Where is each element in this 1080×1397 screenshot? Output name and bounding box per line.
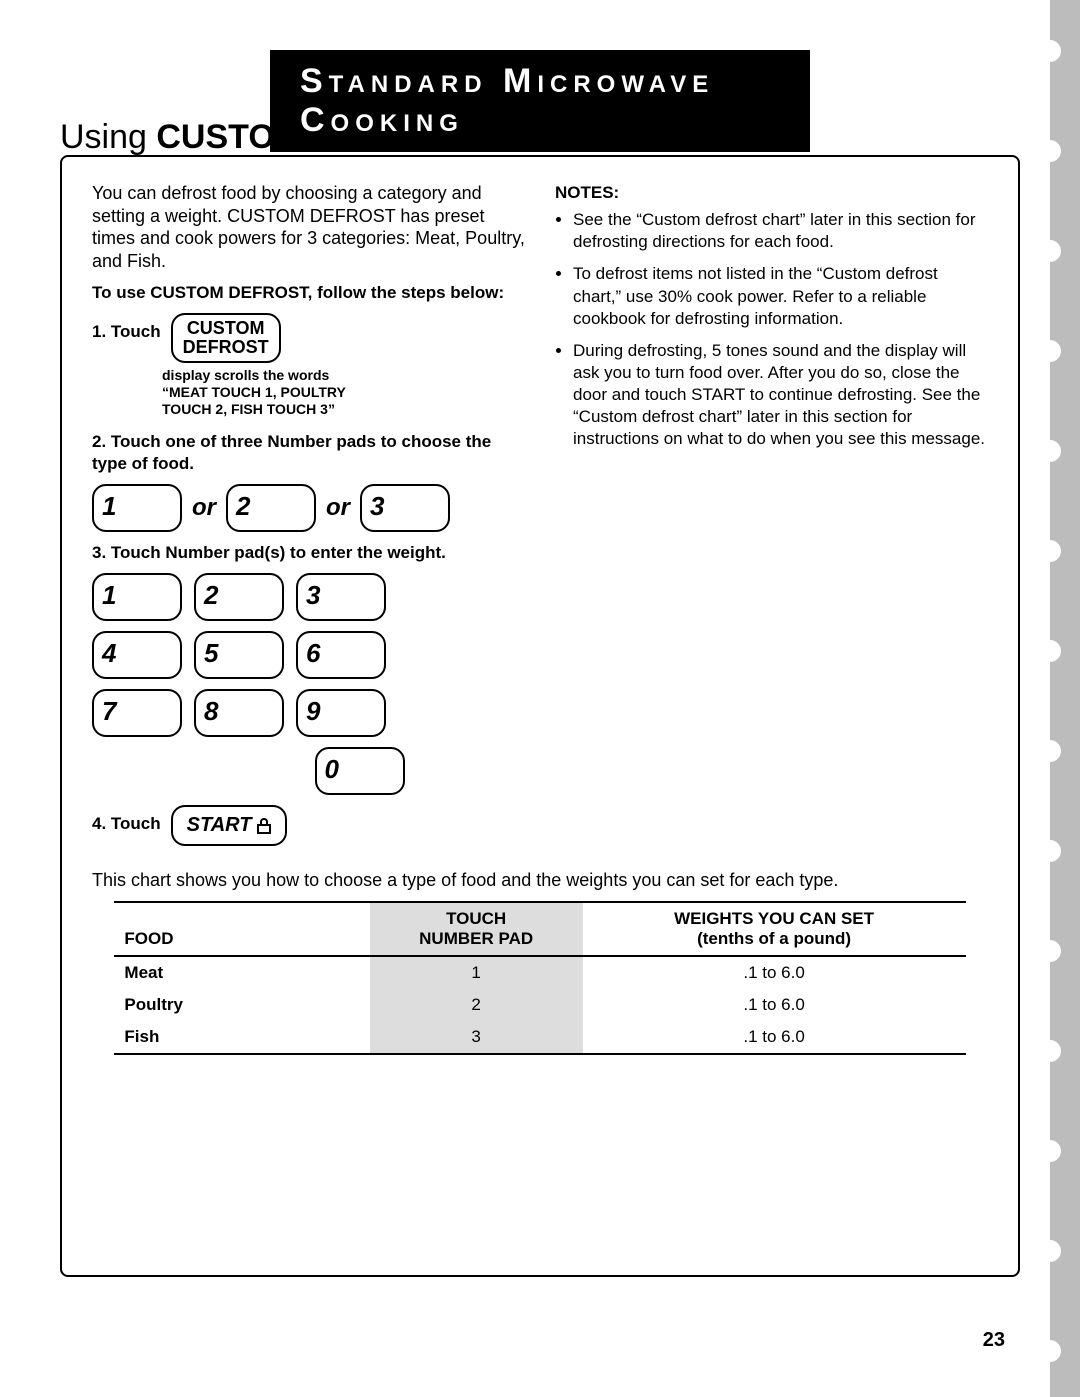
cell-food: Poultry — [114, 989, 369, 1021]
note-item: To defrost items not listed in the “Cust… — [573, 263, 988, 329]
cell-weight: .1 to 6.0 — [583, 989, 966, 1021]
right-column: NOTES: See the “Custom defrost chart” la… — [555, 182, 988, 850]
thumb-tab-edge — [1050, 0, 1080, 1397]
cell-food: Fish — [114, 1021, 369, 1054]
start-label: START — [187, 813, 252, 838]
keypad-2[interactable]: 2 — [194, 573, 284, 621]
cell-weight: .1 to 6.0 — [583, 1021, 966, 1054]
keypad-3[interactable]: 3 — [296, 573, 386, 621]
col-food: FOOD — [114, 902, 369, 956]
keypad-8[interactable]: 8 — [194, 689, 284, 737]
notes-header: NOTES: — [555, 182, 988, 203]
steps-header: To use CUSTOM DEFROST, follow the steps … — [92, 282, 525, 303]
notes-list: See the “Custom defrost chart” later in … — [555, 209, 988, 450]
left-column: You can defrost food by choosing a categ… — [92, 182, 525, 850]
display-scroll-text: display scrolls the words “MEAT TOUCH 1,… — [162, 367, 525, 417]
note-item: During defrosting, 5 tones sound and the… — [573, 340, 988, 450]
keypad-1[interactable]: 1 — [92, 484, 182, 532]
custom-defrost-line2: DEFROST — [183, 337, 269, 357]
step-3-label: 3. Touch Number pad(s) to enter the weig… — [92, 542, 525, 563]
col-number-pad: TOUCHNUMBER PAD — [370, 902, 583, 956]
keypad-9[interactable]: 9 — [296, 689, 386, 737]
title-prefix: Using — [60, 118, 156, 156]
section-banner: Standard Microwave Cooking — [270, 50, 810, 152]
defrost-chart-table: FOOD TOUCHNUMBER PAD WEIGHTS YOU CAN SET… — [114, 901, 965, 1055]
step-1-label: 1. Touch — [92, 321, 161, 342]
keypad-5[interactable]: 5 — [194, 631, 284, 679]
col-weights: WEIGHTS YOU CAN SET(tenths of a pound) — [583, 902, 966, 956]
keypad-0[interactable]: 0 — [315, 747, 405, 795]
chart-intro: This chart shows you how to choose a typ… — [92, 870, 988, 891]
cell-pad: 2 — [370, 989, 583, 1021]
custom-defrost-line1: CUSTOM — [187, 318, 265, 338]
table-header-row: FOOD TOUCHNUMBER PAD WEIGHTS YOU CAN SET… — [114, 902, 965, 956]
cell-weight: .1 to 6.0 — [583, 956, 966, 989]
cell-pad: 1 — [370, 956, 583, 989]
step-2-label: 2. Touch one of three Number pads to cho… — [92, 431, 525, 474]
note-item: See the “Custom defrost chart” later in … — [573, 209, 988, 253]
page: Standard Microwave Cooking Using CUSTOM … — [0, 0, 1080, 1397]
content-frame: You can defrost food by choosing a categ… — [60, 155, 1020, 1277]
cell-pad: 3 — [370, 1021, 583, 1054]
table-row: Fish 3 .1 to 6.0 — [114, 1021, 965, 1054]
keypad-4[interactable]: 4 — [92, 631, 182, 679]
keypad-7[interactable]: 7 — [92, 689, 182, 737]
step-4-label: 4. Touch — [92, 813, 161, 834]
intro-paragraph: You can defrost food by choosing a categ… — [92, 182, 525, 272]
or-text: or — [326, 493, 350, 523]
keypad-2[interactable]: 2 — [226, 484, 316, 532]
keypad-6[interactable]: 6 — [296, 631, 386, 679]
number-keypad: 1 2 3 4 5 6 7 8 9 0 — [92, 573, 525, 795]
table-row: Meat 1 .1 to 6.0 — [114, 956, 965, 989]
page-number: 23 — [983, 1329, 1005, 1352]
or-text: or — [192, 493, 216, 523]
start-button[interactable]: START — [171, 805, 288, 846]
lock-icon — [257, 818, 271, 834]
cell-food: Meat — [114, 956, 369, 989]
keypad-3[interactable]: 3 — [360, 484, 450, 532]
food-type-key-row: 1 or 2 or 3 — [92, 484, 525, 532]
custom-defrost-button[interactable]: CUSTOM DEFROST — [171, 313, 281, 363]
table-row: Poultry 2 .1 to 6.0 — [114, 989, 965, 1021]
keypad-1[interactable]: 1 — [92, 573, 182, 621]
